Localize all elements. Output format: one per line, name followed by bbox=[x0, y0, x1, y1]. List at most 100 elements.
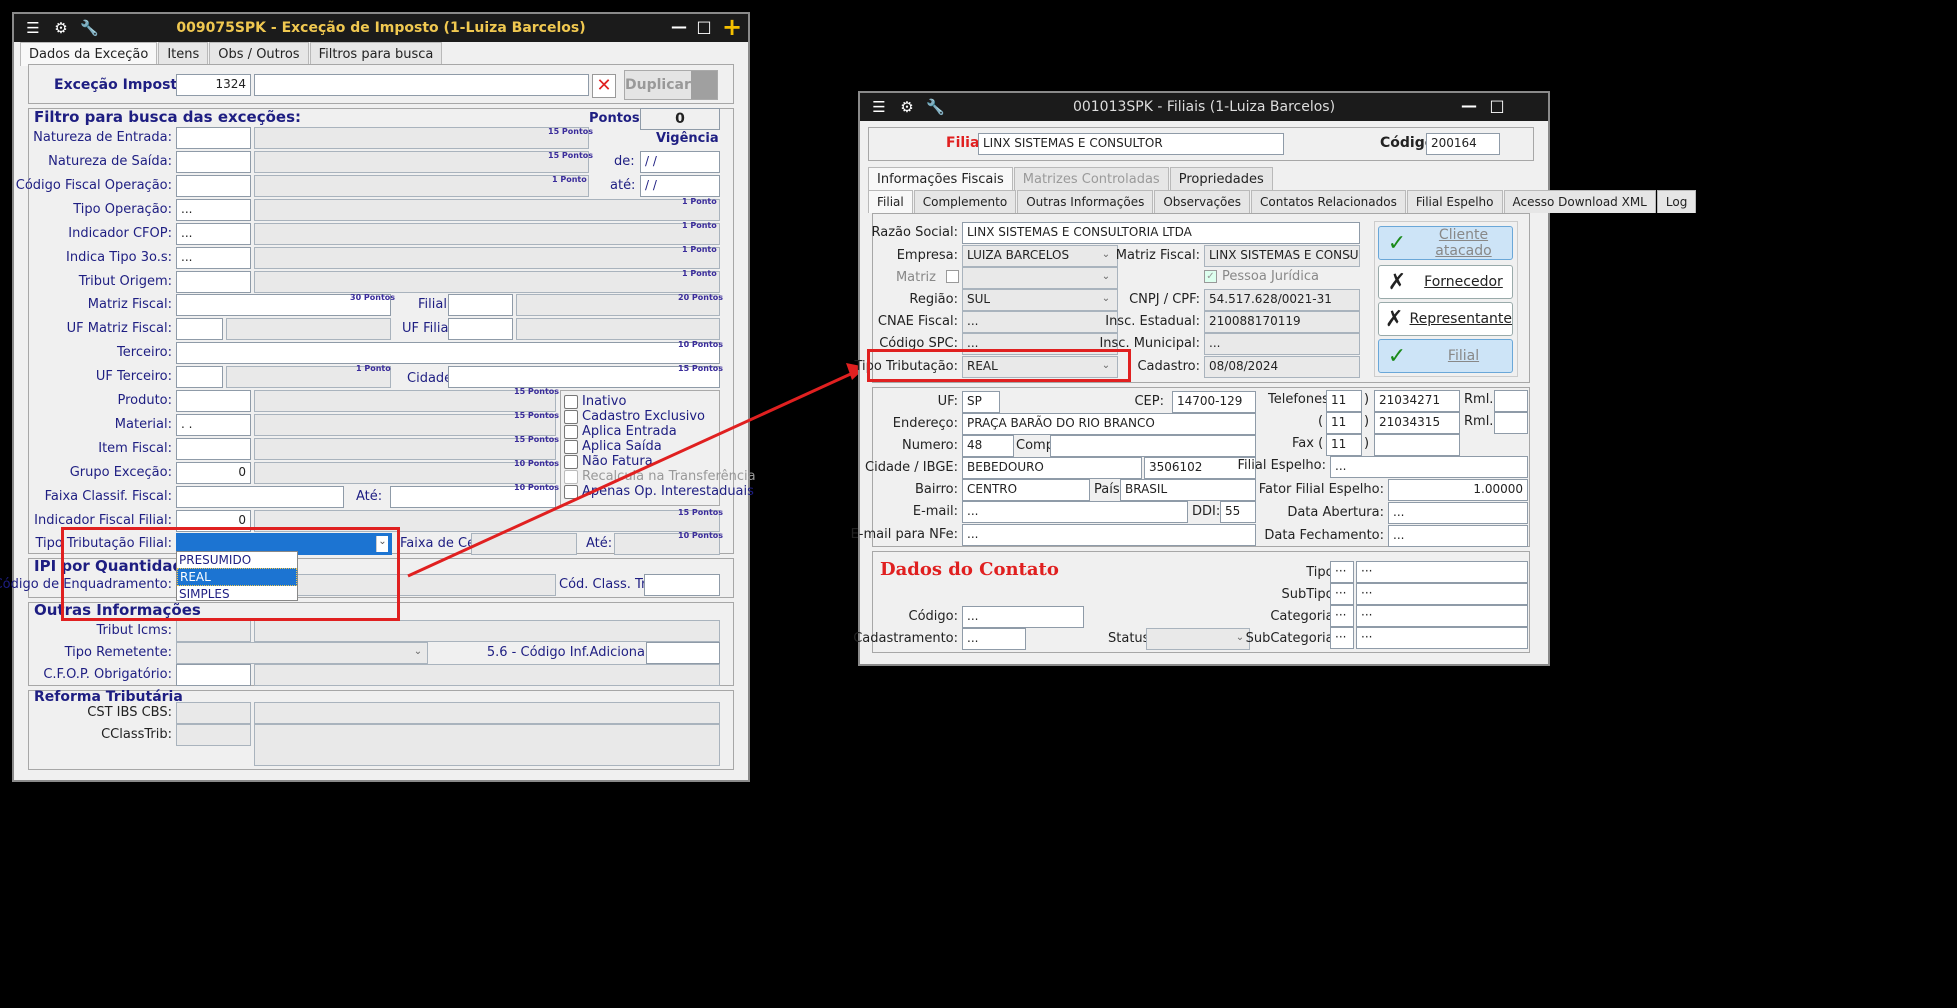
tab-dados-excecao[interactable]: Dados da Exceção bbox=[20, 42, 158, 66]
tab-filial-espelho[interactable]: Filial Espelho bbox=[1406, 190, 1503, 213]
minimize-icon[interactable]: — bbox=[670, 18, 688, 36]
abertura-input[interactable]: ... bbox=[1388, 502, 1528, 524]
matriz-checkbox[interactable] bbox=[946, 270, 959, 283]
fax-input[interactable] bbox=[1374, 434, 1460, 456]
excecao-desc-input[interactable] bbox=[254, 74, 589, 96]
numero-input[interactable]: 48 bbox=[962, 435, 1014, 457]
subtipo-desc-input[interactable]: ··· bbox=[1356, 583, 1528, 605]
tipo-desc-input[interactable]: ··· bbox=[1356, 561, 1528, 583]
aplica-entrada-checkbox[interactable]: Aplica Entrada bbox=[564, 424, 677, 439]
telefone1-input[interactable]: 21034271 bbox=[1374, 390, 1460, 412]
vigencia-ate-input[interactable]: / / bbox=[640, 175, 720, 197]
tab-obs-outros[interactable]: Obs / Outros bbox=[209, 42, 309, 66]
cadastro-exclusivo-checkbox[interactable]: Cadastro Exclusivo bbox=[564, 409, 705, 424]
filial-button[interactable]: ✓ Filial bbox=[1378, 339, 1513, 373]
tipo-code-input[interactable]: ··· bbox=[1330, 561, 1354, 583]
filial-espelho-input[interactable]: ... bbox=[1330, 456, 1528, 478]
faixa-classif-de-input[interactable] bbox=[176, 486, 344, 508]
ddi-input[interactable]: 55 bbox=[1220, 501, 1256, 523]
add-icon[interactable]: + bbox=[722, 15, 742, 39]
tab-propriedades[interactable]: Propriedades bbox=[1169, 167, 1273, 191]
cfo-input[interactable] bbox=[176, 175, 251, 197]
ddd1-input[interactable]: 11 bbox=[1326, 390, 1362, 412]
tab-itens[interactable]: Itens bbox=[158, 42, 209, 66]
uf-input[interactable]: SP bbox=[962, 391, 1000, 413]
tribut-icms-input[interactable] bbox=[176, 620, 251, 642]
tab-outras-informacoes[interactable]: Outras Informações bbox=[1017, 190, 1154, 213]
cadastro-input[interactable]: 08/08/2024 bbox=[1204, 356, 1360, 378]
pessoa-juridica-checkbox[interactable]: ✓ bbox=[1204, 270, 1217, 283]
cst-ibs-input[interactable] bbox=[176, 702, 251, 724]
tab-observacoes[interactable]: Observações bbox=[1154, 190, 1251, 213]
indica-tipo-input[interactable]: ... bbox=[176, 247, 251, 269]
tab-acesso-download-xml[interactable]: Acesso Download XML bbox=[1503, 190, 1656, 213]
endereco-input[interactable]: PRAÇA BARÃO DO RIO BRANCO bbox=[962, 413, 1256, 435]
chevron-down-icon[interactable]: ⌄ bbox=[1234, 632, 1246, 643]
nao-fatura-checkbox[interactable]: Não Fatura bbox=[564, 454, 653, 469]
recalcula-checkbox[interactable]: Recalcula na Transferência bbox=[564, 469, 756, 484]
cadastramento-input[interactable]: ... bbox=[962, 628, 1026, 650]
tipo-operacao-input[interactable]: ... bbox=[176, 199, 251, 221]
cep-input[interactable]: 14700-129 bbox=[1172, 391, 1256, 413]
pais-input[interactable]: BRASIL bbox=[1120, 479, 1256, 501]
maximize-icon[interactable]: □ bbox=[695, 18, 713, 36]
chevron-down-icon[interactable]: ⌄ bbox=[1100, 249, 1112, 260]
matriz-fiscal-select[interactable]: LINX SISTEMAS E CONSULT( bbox=[1204, 245, 1360, 267]
email-input[interactable]: ... bbox=[962, 501, 1188, 523]
chevron-down-icon[interactable]: ⌄ bbox=[1100, 271, 1112, 282]
chevron-down-icon[interactable]: ⌄ bbox=[412, 646, 424, 657]
indicador-cfop-input[interactable]: ... bbox=[176, 223, 251, 245]
tab-complemento[interactable]: Complemento bbox=[913, 190, 1017, 213]
cod-class-trib-input[interactable] bbox=[644, 574, 720, 596]
codigo-contato-input[interactable]: ... bbox=[962, 606, 1084, 628]
aplica-saida-checkbox[interactable]: Aplica Saída bbox=[564, 439, 662, 454]
cod-inf-adicional-input[interactable] bbox=[646, 642, 720, 664]
item-fiscal-input[interactable] bbox=[176, 438, 251, 460]
chevron-down-icon[interactable]: ⌄ bbox=[1100, 293, 1112, 304]
clear-icon[interactable]: ✕ bbox=[592, 74, 616, 98]
tab-contatos-relacionados[interactable]: Contatos Relacionados bbox=[1251, 190, 1406, 213]
uf-matriz-input[interactable] bbox=[176, 318, 223, 340]
categoria-desc-input[interactable]: ··· bbox=[1356, 605, 1528, 627]
representante-button[interactable]: ✗ Representante bbox=[1378, 302, 1513, 336]
cliente-atacado-button[interactable]: ✓ Cliente atacado bbox=[1378, 226, 1513, 260]
categoria-code-input[interactable]: ··· bbox=[1330, 605, 1354, 627]
subcategoria-desc-input[interactable]: ··· bbox=[1356, 627, 1528, 649]
empresa-select[interactable]: LUIZA BARCELOS bbox=[962, 245, 1118, 267]
tab-matrizes-controladas[interactable]: Matrizes Controladas bbox=[1013, 167, 1169, 191]
cfop-obrig-input[interactable] bbox=[176, 664, 251, 686]
regiao-select[interactable]: SUL bbox=[962, 289, 1118, 311]
insc-municipal-input[interactable]: ... bbox=[1204, 333, 1360, 355]
fator-input[interactable]: 1.00000 bbox=[1388, 479, 1528, 501]
material-input[interactable]: . . bbox=[176, 414, 251, 436]
natureza-saida-input[interactable] bbox=[176, 151, 251, 173]
subcategoria-code-input[interactable]: ··· bbox=[1330, 627, 1354, 649]
excecao-code-input[interactable]: 1324 bbox=[176, 74, 251, 96]
inativo-checkbox[interactable]: Inativo bbox=[564, 394, 626, 409]
tab-log[interactable]: Log bbox=[1656, 190, 1697, 213]
filial-name-input[interactable]: LINX SISTEMAS E CONSULTOR bbox=[978, 133, 1284, 155]
razao-input[interactable]: LINX SISTEMAS E CONSULTORIA LTDA bbox=[962, 222, 1360, 244]
subtipo-code-input[interactable]: ··· bbox=[1330, 583, 1354, 605]
tab-filtros-busca[interactable]: Filtros para busca bbox=[309, 42, 443, 66]
chevron-down-icon[interactable]: ⌄ bbox=[1344, 249, 1356, 260]
tipo-remetente-select[interactable] bbox=[176, 642, 428, 664]
tab-filial[interactable]: Filial bbox=[868, 190, 913, 213]
grupo-excecao-input[interactable]: 0 bbox=[176, 462, 251, 484]
email-nfe-input[interactable]: ... bbox=[962, 524, 1256, 546]
cnae-input[interactable]: ... bbox=[962, 311, 1118, 333]
codigo-input[interactable]: 200164 bbox=[1426, 133, 1500, 155]
uf-terceiro-input[interactable] bbox=[176, 366, 223, 388]
ddd2-input[interactable]: 11 bbox=[1326, 412, 1362, 434]
telefone2-input[interactable]: 21034315 bbox=[1374, 412, 1460, 434]
fornecedor-button[interactable]: ✗ Fornecedor bbox=[1378, 265, 1513, 299]
terceiro-input[interactable] bbox=[176, 342, 720, 364]
rml2-input[interactable] bbox=[1494, 412, 1528, 434]
fechamento-input[interactable]: ... bbox=[1388, 525, 1528, 547]
tribut-origem-input[interactable] bbox=[176, 271, 251, 293]
vigencia-de-input[interactable]: / / bbox=[640, 151, 720, 173]
matriz-select[interactable] bbox=[962, 267, 1118, 289]
apenas-interestaduais-checkbox[interactable]: Apenas Op. Interestaduais bbox=[564, 484, 754, 499]
cidade-input[interactable]: BEBEDOURO bbox=[962, 457, 1142, 479]
faixa-cest-de-input[interactable] bbox=[471, 533, 577, 555]
